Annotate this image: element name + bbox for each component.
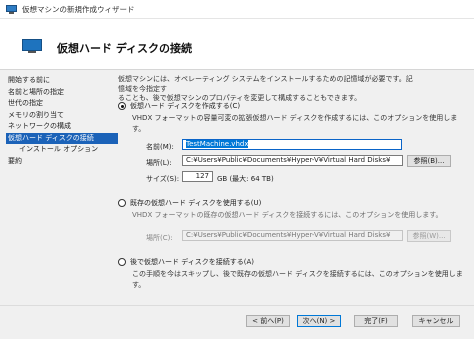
- window-title: 仮想マシンの新規作成ウィザード: [22, 4, 135, 14]
- finish-button[interactable]: 完了(F): [354, 315, 398, 327]
- radio-attach-later[interactable]: 後で仮想ハード ディスクを接続する(A): [118, 257, 254, 267]
- nav-item-installation-options[interactable]: インストール オプション: [6, 144, 118, 156]
- radio-create-vhd-indicator[interactable]: [118, 102, 126, 110]
- name-input[interactable]: TestMachine.vhdx: [182, 139, 402, 150]
- page-description: 仮想マシンには、オペレーティング システムをインストールするための記憶域が必要で…: [118, 75, 413, 102]
- radio-create-vhd[interactable]: 仮想ハード ディスクを作成する(C): [118, 101, 240, 111]
- wizard-header: 仮想ハード ディスクの接続: [0, 19, 474, 70]
- back-button[interactable]: < 前へ(P): [246, 315, 290, 327]
- attach-later-description: この手順を今はスキップし、後で既存の仮想ハード ディスクを接続するには、このオプ…: [132, 270, 463, 278]
- nav-item-summary[interactable]: 要約: [6, 156, 118, 168]
- use-existing-vhd-description: VHDX フォーマットの既存の仮想ハード ディスクを接続するには、このオプション…: [132, 211, 443, 219]
- wizard-step-nav: 開始する前に 名前と場所の指定 世代の指定 メモリの割り当て ネットワークの構成…: [6, 75, 118, 167]
- radio-attach-later-indicator[interactable]: [118, 258, 126, 266]
- nav-item-networking[interactable]: ネットワークの構成: [6, 121, 118, 133]
- location-label: 場所(L):: [146, 159, 172, 167]
- virtual-disk-monitor-icon: [22, 39, 42, 53]
- footer-divider: [0, 305, 474, 306]
- attach-later-description-cont: す。: [132, 281, 146, 289]
- radio-use-existing-vhd[interactable]: 既存の仮想ハード ディスクを使用する(U): [118, 198, 261, 208]
- vm-wizard-icon: [6, 4, 17, 14]
- radio-attach-later-label: 後で仮想ハード ディスクを接続する(A): [130, 258, 254, 266]
- size-unit-label: GB (最大: 64 TB): [217, 175, 274, 183]
- nav-item-before-you-begin[interactable]: 開始する前に: [6, 75, 118, 87]
- nav-item-memory[interactable]: メモリの割り当て: [6, 110, 118, 122]
- size-input[interactable]: 127: [182, 171, 213, 182]
- create-vhd-description: VHDX フォーマットの容量可変の拡張仮想ハード ディスクを作成するには、このオ…: [132, 114, 458, 122]
- existing-location-input[interactable]: C:¥Users¥Public¥Documents¥Hyper-V¥Virtua…: [182, 230, 403, 241]
- nav-item-generation[interactable]: 世代の指定: [6, 98, 118, 110]
- nav-item-connect-vhd[interactable]: 仮想ハード ディスクの接続: [6, 132, 118, 144]
- radio-create-vhd-label: 仮想ハード ディスクを作成する(C): [130, 102, 241, 110]
- radio-use-existing-vhd-label: 既存の仮想ハード ディスクを使用する(U): [130, 199, 262, 207]
- next-button[interactable]: 次へ(N) >: [297, 315, 341, 327]
- size-label: サイズ(S):: [146, 175, 180, 183]
- create-vhd-description-cont: す。: [132, 125, 146, 133]
- existing-location-label: 場所(C):: [146, 234, 173, 242]
- radio-use-existing-vhd-indicator[interactable]: [118, 199, 126, 207]
- location-input[interactable]: C:¥Users¥Public¥Documents¥Hyper-V¥Virtua…: [182, 155, 403, 166]
- name-label: 名前(M):: [146, 143, 174, 151]
- cancel-button[interactable]: キャンセル: [412, 315, 460, 327]
- title-bar: 仮想マシンの新規作成ウィザード: [0, 0, 474, 19]
- browse-existing-button[interactable]: 参照(W)...: [407, 230, 451, 242]
- nav-item-name-location[interactable]: 名前と場所の指定: [6, 87, 118, 99]
- browse-location-button[interactable]: 参照(B)...: [407, 155, 451, 167]
- page-title: 仮想ハード ディスクの接続: [57, 42, 193, 55]
